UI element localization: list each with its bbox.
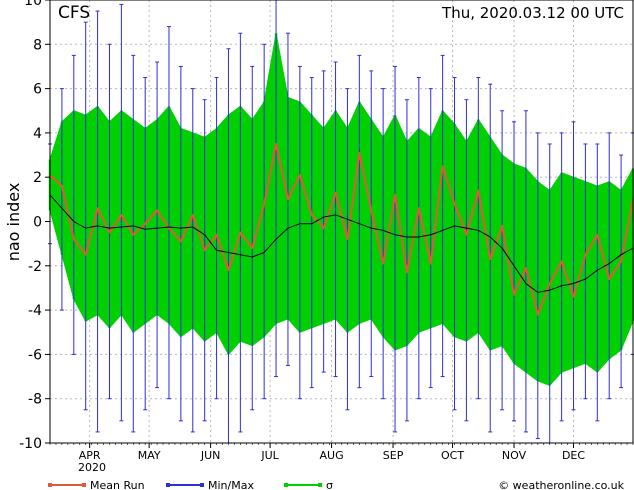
copyright-notice: © weatheronline.co.uk	[498, 479, 624, 490]
legend-marker-sigma-left	[284, 483, 288, 487]
model-title: CFS	[58, 3, 90, 23]
legend-label-mean: Mean Run	[90, 479, 145, 490]
x-tick-label: JUL	[260, 449, 279, 462]
legend-marker-mean-right	[82, 483, 86, 487]
x-tick-label: DEC	[562, 449, 585, 462]
x-tick-label: JUN	[200, 449, 221, 462]
legend-marker-sigma-right	[318, 483, 322, 487]
legend-marker-minmax-right	[200, 483, 204, 487]
y-tick-label: -4	[28, 303, 42, 319]
y-tick-label: 8	[33, 37, 42, 53]
nao-forecast-chart: -10-8-6-4-20246810 APR MAY JUN JUL AUG SEP OCT…	[4, 0, 634, 490]
y-tick-label: 10	[24, 0, 42, 9]
x-tick-label: NOV	[502, 449, 527, 462]
y-tick-label: -2	[28, 259, 42, 275]
y-tick-label: 6	[33, 82, 42, 98]
x-tick-label: AUG	[320, 449, 344, 462]
legend-label-minmax: Min/Max	[208, 479, 254, 490]
x-tick-label: SEP	[383, 449, 404, 462]
run-timestamp: Thu, 2020.03.12 00 UTC	[441, 4, 624, 22]
legend: Mean Run Min/Max σ	[48, 479, 333, 490]
legend-item-minmax: Min/Max	[166, 479, 254, 490]
year-label: 2020	[78, 461, 106, 474]
legend-marker-mean-left	[48, 483, 52, 487]
legend-label-sigma: σ	[326, 479, 333, 490]
sigma-band	[49, 33, 634, 386]
x-axis: APR MAY JUN JUL AUG SEP OCT NOV DEC	[49, 443, 634, 462]
y-tick-label: 4	[33, 126, 42, 142]
y-tick-label: 0	[33, 215, 42, 231]
y-tick-label: -8	[28, 392, 42, 408]
x-tick-label: MAY	[138, 449, 161, 462]
sigma-series	[48, 33, 634, 386]
y-tick-label: -6	[28, 347, 42, 363]
y-axis: -10 -8 -6 -4 -2 0 2 4 6 8 10	[19, 0, 50, 452]
legend-item-mean: Mean Run	[48, 479, 145, 490]
y-tick-label: -10	[19, 436, 42, 452]
y-tick-label: 2	[33, 170, 42, 186]
legend-marker-minmax-left	[166, 483, 170, 487]
legend-item-sigma: σ	[284, 479, 333, 490]
x-tick-label: OCT	[441, 449, 464, 462]
y-axis-label: nao index	[4, 183, 23, 262]
